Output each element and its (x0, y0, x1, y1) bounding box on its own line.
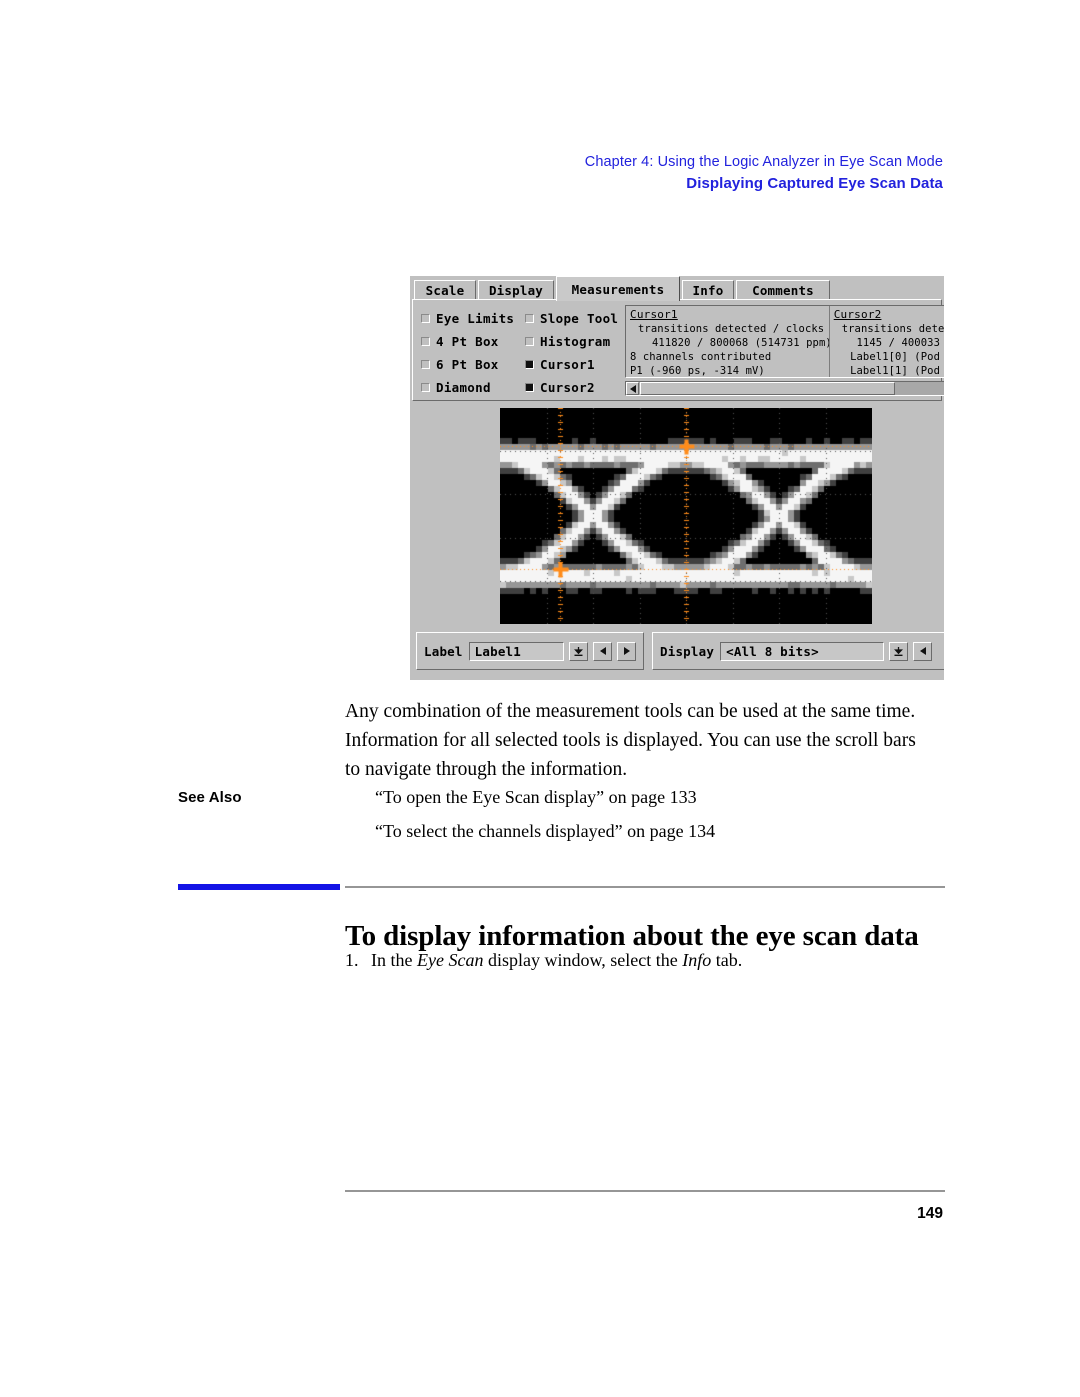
checkbox-slope-tool[interactable]: Slope Tool (525, 307, 618, 330)
label-control-caption: Label (424, 643, 463, 659)
display-control-group: Display <All 8 bits> (652, 632, 944, 670)
eye-diagram-plot[interactable] (500, 408, 872, 624)
page-title: To display information about the eye sca… (345, 920, 919, 953)
label-dropdown-button[interactable] (569, 641, 588, 661)
checkbox-box-checked-icon (525, 383, 534, 392)
checkbox-box-icon (421, 360, 430, 369)
cursor2-line-3: Label1[0] (Pod (850, 351, 940, 363)
step-emphasis-info: Info (682, 950, 712, 970)
display-control-caption: Display (660, 643, 715, 659)
display-value-field[interactable]: <All 8 bits> (720, 641, 885, 661)
tools-column-left: Eye Limits 4 Pt Box 6 Pt Box Diamond (421, 307, 514, 399)
tab-comments[interactable]: Comments (736, 280, 830, 300)
numbered-step-1: 1. In the Eye Scan display window, select… (345, 950, 742, 971)
checkbox-label: 4 Pt Box (436, 334, 499, 349)
tab-display[interactable]: Display (478, 280, 554, 300)
step-text-c: tab. (711, 950, 743, 970)
tools-column-right: Slope Tool Histogram Cursor1 Cursor2 (525, 307, 618, 399)
cursor-info-box: Cursor1 transitions detected / clocks = … (625, 305, 944, 378)
checkbox-cursor1[interactable]: Cursor1 (525, 353, 618, 376)
tab-scale[interactable]: Scale (414, 280, 476, 300)
label-value-field[interactable]: Label1 (468, 641, 564, 661)
body-paragraph: Any combination of the measurement tools… (345, 701, 916, 780)
checkbox-eye-limits[interactable]: Eye Limits (421, 307, 514, 330)
cursor1-line-1: transitions detected / clocks = (638, 323, 830, 335)
checkbox-label: Diamond (436, 380, 491, 395)
cursor2-line-2: 1145 / 400033 (856, 337, 940, 349)
scroll-left-arrow-icon[interactable] (626, 382, 639, 395)
checkbox-histogram[interactable]: Histogram (525, 330, 618, 353)
checkbox-cursor2[interactable]: Cursor2 (525, 376, 618, 399)
checkbox-diamond[interactable]: Diamond (421, 376, 514, 399)
checkbox-box-icon (421, 314, 430, 323)
section-divider-rule (345, 886, 945, 888)
checkbox-6-pt-box[interactable]: 6 Pt Box (421, 353, 514, 376)
checkbox-4-pt-box[interactable]: 4 Pt Box (421, 330, 514, 353)
display-dropdown-button[interactable] (889, 641, 909, 661)
see-also-link-1[interactable]: “To open the Eye Scan display” on page 1… (375, 787, 697, 808)
running-header: Chapter 4: Using the Logic Analyzer in E… (585, 152, 943, 194)
checkbox-box-icon (421, 337, 430, 346)
see-also-label: See Also (178, 789, 242, 806)
checkbox-box-icon (525, 314, 534, 323)
cursor2-info-column: Cursor2 transitions detec 1145 / 400033 … (830, 306, 944, 377)
scrollbar-thumb[interactable] (640, 382, 895, 395)
cursor1-line-2: 411820 / 800068 (514731 ppm) (652, 337, 830, 349)
measurements-panel: Eye Limits 4 Pt Box 6 Pt Box Diamond Slo… (412, 299, 944, 401)
tab-strip: Scale Display Measurements Info Comments (410, 276, 944, 301)
see-also-link-2[interactable]: “To select the channels displayed” on pa… (375, 821, 715, 842)
cursor-info-horizontal-scrollbar[interactable] (625, 381, 944, 396)
eye-diagram-plot-area (412, 402, 942, 630)
step-text-a: In the (371, 950, 417, 970)
page-number: 149 (917, 1205, 943, 1222)
label-next-button[interactable] (617, 641, 636, 661)
checkbox-label: Cursor1 (540, 357, 595, 372)
checkbox-label: 6 Pt Box (436, 357, 499, 372)
cursor2-line-4: Label1[1] (Pod (850, 365, 940, 377)
tab-measurements[interactable]: Measurements (556, 276, 680, 301)
section-accent-rule (178, 884, 340, 890)
header-chapter-line: Chapter 4: Using the Logic Analyzer in E… (584, 154, 943, 170)
cursor2-title: Cursor2 (833, 308, 882, 321)
cursor-info-area: Cursor1 transitions detected / clocks = … (625, 305, 944, 397)
display-prev-button[interactable] (913, 641, 933, 661)
eye-scan-screenshot-figure: Scale Display Measurements Info Comments… (410, 276, 944, 680)
checkbox-label: Cursor2 (540, 380, 595, 395)
cursor1-line-4: P1 (-960 ps, -314 mV) (630, 365, 765, 377)
label-control-group: Label Label1 (416, 632, 644, 670)
label-prev-button[interactable] (593, 641, 612, 661)
cursor1-title: Cursor1 (630, 308, 678, 321)
checkbox-label: Slope Tool (540, 311, 619, 326)
checkbox-box-icon (421, 383, 430, 392)
cursor1-line-3: 8 channels contributed (630, 351, 772, 363)
step-text-b: display window, select the (483, 950, 683, 970)
step-emphasis-eye-scan: Eye Scan (416, 950, 484, 970)
footer-rule (345, 1190, 945, 1192)
cursor1-info-column: Cursor1 transitions detected / clocks = … (626, 306, 830, 377)
step-number: 1. (345, 950, 359, 970)
tab-info[interactable]: Info (682, 280, 734, 300)
checkbox-label: Eye Limits (436, 311, 515, 326)
header-section-line: Displaying Captured Eye Scan Data (686, 174, 943, 192)
eye-diagram-canvas[interactable] (500, 408, 872, 624)
checkbox-label: Histogram (540, 334, 611, 349)
checkbox-box-checked-icon (525, 360, 534, 369)
bottom-control-bar: Label Label1 Display <All 8 bits> (412, 632, 944, 676)
checkbox-box-icon (525, 337, 534, 346)
cursor2-line-1: transitions detec (841, 323, 944, 335)
